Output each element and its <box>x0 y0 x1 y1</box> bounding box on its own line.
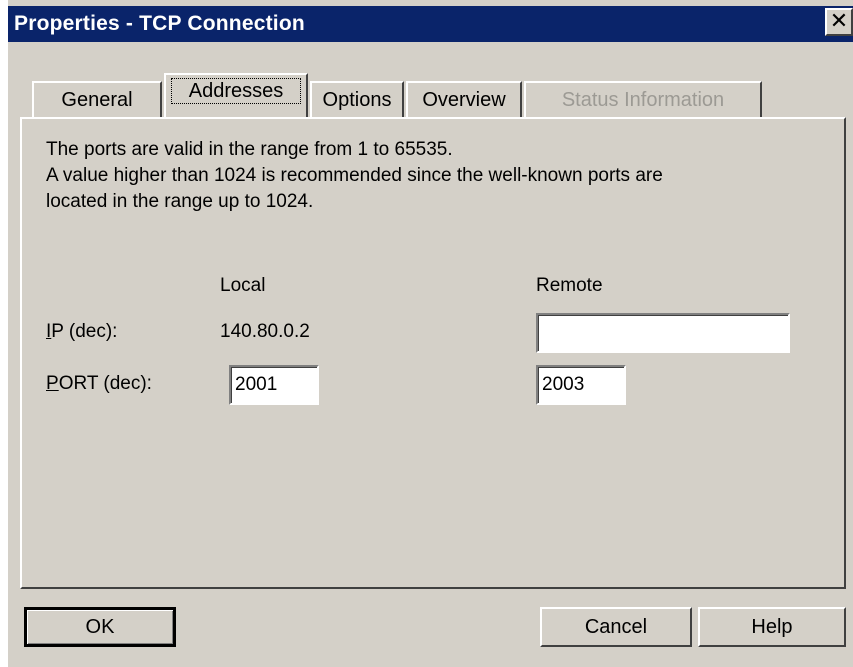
ip-label: IP (dec): <box>46 321 117 343</box>
help-button[interactable]: Help <box>698 607 846 647</box>
remote-port-input[interactable] <box>536 365 626 405</box>
tab-options[interactable]: Options <box>310 81 404 117</box>
info-line-3: located in the range up to 1024. <box>46 191 314 212</box>
cancel-button[interactable]: Cancel <box>540 607 692 647</box>
close-icon: ✕ <box>829 8 849 33</box>
remote-ip-input[interactable] <box>536 313 790 353</box>
addresses-panel: The ports are valid in the range from 1 … <box>20 117 846 589</box>
port-label: PORT (dec): <box>46 373 152 395</box>
tab-addresses-label: Addresses <box>188 80 284 102</box>
local-ip-value: 140.80.0.2 <box>220 321 310 342</box>
tab-overview[interactable]: Overview <box>406 81 522 117</box>
tab-status-information: Status Information <box>524 81 762 117</box>
port-label-text: ORT (dec): <box>58 373 152 394</box>
tab-general[interactable]: General <box>32 81 162 117</box>
ok-button[interactable]: OK <box>24 607 176 647</box>
tab-general-label: General <box>61 89 133 111</box>
local-column-header: Local <box>220 275 266 296</box>
window-title: Properties - TCP Connection <box>14 12 305 35</box>
ip-label-text: P (dec): <box>51 321 118 342</box>
tab-addresses[interactable]: Addresses <box>164 73 308 117</box>
info-line-1: The ports are valid in the range from 1 … <box>46 139 453 160</box>
port-label-mnemonic: P <box>46 373 59 394</box>
tab-status-information-label: Status Information <box>561 89 725 111</box>
tab-focus-indicator: Addresses <box>171 78 301 104</box>
tab-overview-label: Overview <box>422 89 506 111</box>
properties-dialog: Properties - TCP Connection ✕ General Ad… <box>8 0 853 667</box>
tab-options-label: Options <box>322 89 392 111</box>
close-button[interactable]: ✕ <box>825 8 853 36</box>
local-port-input[interactable] <box>229 365 319 405</box>
port-range-info: The ports are valid in the range from 1 … <box>46 137 663 215</box>
title-bar[interactable]: Properties - TCP Connection ✕ <box>8 6 853 42</box>
info-line-2: A value higher than 1024 is recommended … <box>46 165 663 186</box>
remote-column-header: Remote <box>536 275 603 296</box>
